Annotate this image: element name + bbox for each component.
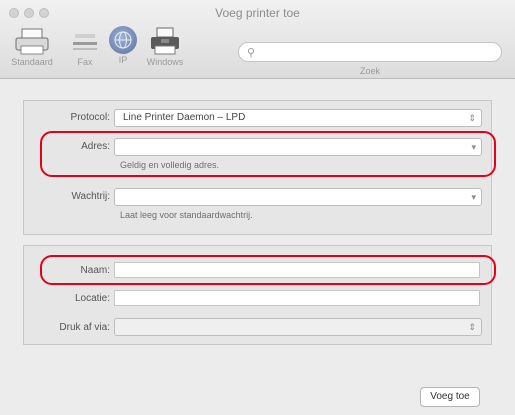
queue-label: Wachtrij: <box>71 191 110 202</box>
queue-hint: Laat leeg voor standaardwachtrij. <box>120 210 253 220</box>
windows-printer-icon <box>151 27 179 55</box>
title-bar: Voeg printer toe Standaard Fax IP Window… <box>0 0 515 79</box>
location-field[interactable] <box>114 290 480 306</box>
search-icon: ⚲ <box>247 47 256 59</box>
toolbar-windows-button[interactable]: Windows <box>140 24 190 74</box>
window-title: Voeg printer toe <box>215 6 300 20</box>
protocol-label: Protocol: <box>70 112 110 123</box>
search-label: Zoek <box>359 66 380 76</box>
name-highlight-outline <box>40 255 496 285</box>
print-using-select[interactable]: ⇕ <box>114 318 482 336</box>
toolbar-windows-label: Windows <box>146 57 184 67</box>
chevron-down-icon: ▾ <box>471 192 476 202</box>
select-arrows-icon: ⇕ <box>468 113 476 123</box>
queue-field[interactable]: ▾ <box>114 188 482 206</box>
globe-icon <box>109 26 137 54</box>
printer-icon <box>15 28 49 55</box>
protocol-value: Line Printer Daemon – LPD <box>123 112 246 123</box>
select-arrows-icon: ⇕ <box>468 322 476 332</box>
location-label: Locatie: <box>74 293 110 304</box>
toolbar-default-button[interactable]: Standaard <box>4 24 60 74</box>
print-using-label: Druk af via: <box>59 322 110 333</box>
toolbar-default-label: Standaard <box>11 57 53 67</box>
fax-icon <box>73 34 97 50</box>
protocol-select[interactable]: Line Printer Daemon – LPD ⇕ <box>114 109 482 127</box>
add-button[interactable]: Voeg toe <box>420 387 480 407</box>
address-highlight-outline <box>40 131 496 177</box>
add-printer-window: Voeg printer toe Standaard Fax IP Window… <box>0 0 515 415</box>
search-input[interactable]: ⚲ <box>238 42 502 62</box>
